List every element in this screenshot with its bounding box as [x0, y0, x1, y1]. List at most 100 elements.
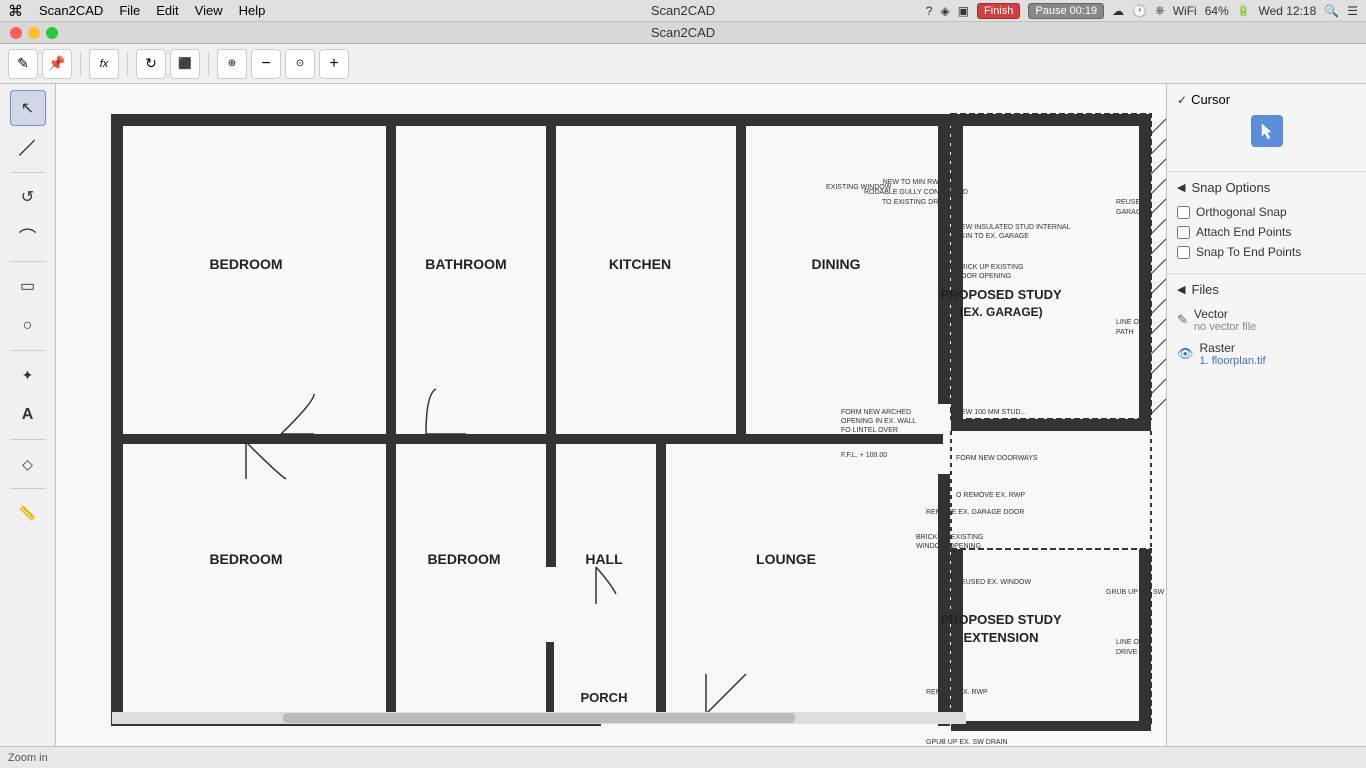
circle-tool[interactable]: ○	[10, 308, 46, 344]
zoom-in-level-btn[interactable]: ⊙	[285, 49, 315, 79]
svg-text:GRUB UP EX. SW DRAIN: GRUB UP EX. SW DRAIN	[1106, 589, 1166, 596]
question-icon[interactable]: ?	[926, 4, 933, 18]
toolbar-separator-1	[80, 52, 81, 76]
svg-text:FORM NEW ARCHED: FORM NEW ARCHED	[841, 409, 911, 416]
wifi-icon[interactable]: WiFi	[1173, 4, 1197, 18]
vector-icon: ✎	[1177, 312, 1188, 328]
attach-end-points-checkbox[interactable]	[1177, 226, 1190, 239]
dining-label: DINING	[812, 256, 861, 272]
bluetooth-icon[interactable]: ⎈	[1155, 3, 1165, 18]
pin-tool-btn[interactable]: 📌	[42, 49, 72, 79]
kitchen-label: KITCHEN	[609, 256, 671, 272]
snap-to-end-points-checkbox[interactable]	[1177, 246, 1190, 259]
attach-end-points-row: Attach End Points	[1177, 225, 1356, 239]
zoom-status: Zoom in	[8, 752, 48, 764]
lt-separator-5	[10, 488, 46, 489]
proposed-study-garage-label: (EX. GARAGE)	[959, 305, 1042, 319]
list-icon[interactable]: ☰	[1347, 4, 1358, 18]
view-menu[interactable]: View	[195, 3, 223, 18]
scrollbar-thumb[interactable]	[283, 713, 795, 723]
svg-text:REMOVE EX. RWP: REMOVE EX. RWP	[926, 689, 988, 696]
bedroom2-label: BEDROOM	[209, 551, 282, 567]
time-machine-icon[interactable]: 🕐	[1132, 4, 1147, 18]
datetime: Wed 12:18	[1258, 4, 1316, 18]
line-tool[interactable]: │	[2, 123, 53, 174]
bathroom-label: BATHROOM	[425, 256, 506, 272]
svg-text:LINE OF: LINE OF	[1116, 319, 1143, 326]
svg-text:REUSE: REUSE	[1116, 199, 1140, 206]
left-toolbar: ↖ │ ↺ ⌒ ▭ ○ ✦ A ◇ 📏	[0, 84, 56, 746]
snap-cursor-btn[interactable]	[1251, 115, 1283, 147]
right-panel: ✓ Cursor ◀ Snap Options Orthog	[1166, 84, 1366, 746]
bedroom3-label: BEDROOM	[427, 551, 500, 567]
finish-button[interactable]: Finish	[977, 3, 1020, 19]
undo-tool[interactable]: ↺	[10, 179, 46, 215]
toolbar: ✎ 📌 fx ↻ ⬛ ⊕ − ⊙ +	[0, 44, 1366, 84]
text-tool[interactable]: A	[10, 397, 46, 433]
app-name-menu[interactable]: Scan2CAD	[39, 3, 103, 18]
toolbar-separator-2	[127, 52, 128, 76]
cloud-icon[interactable]: ☁	[1112, 4, 1124, 18]
battery-label: 64%	[1205, 4, 1229, 18]
zoom-out-btn[interactable]: −	[251, 49, 281, 79]
svg-text:DOOR OPENING: DOOR OPENING	[956, 273, 1011, 280]
hall-label: HALL	[585, 551, 623, 567]
title-bar: Scan2CAD	[0, 22, 1366, 44]
screen-icon[interactable]: ▣	[958, 4, 969, 18]
proposed-ext-label: PROPOSED STUDY	[940, 612, 1062, 627]
lounge-label: LOUNGE	[756, 551, 816, 567]
files-label: Files	[1191, 282, 1218, 297]
minimize-button[interactable]	[28, 27, 40, 39]
svg-text:O REMOVE EX. RWP: O REMOVE EX. RWP	[956, 492, 1025, 499]
snap-options-label: Snap Options	[1191, 180, 1270, 195]
snap-arrow-icon: ◀	[1177, 181, 1185, 194]
help-menu[interactable]: Help	[239, 3, 266, 18]
svg-text:WINDOW OPENING: WINDOW OPENING	[916, 543, 981, 550]
close-button[interactable]	[10, 27, 22, 39]
svg-text:PATH: PATH	[1116, 329, 1134, 336]
cursor-section: ✓ Cursor	[1167, 84, 1366, 172]
formula-tool-btn[interactable]: fx	[89, 49, 119, 79]
split-btn[interactable]: ⬛	[170, 49, 200, 79]
horizontal-scrollbar[interactable]	[112, 712, 966, 724]
snap-to-end-points-row: Snap To End Points	[1177, 245, 1356, 259]
ruler-tool[interactable]: 📏	[10, 495, 46, 531]
lt-separator-3	[10, 350, 46, 351]
vector-label: Vector	[1194, 307, 1256, 321]
search-icon[interactable]: 🔍	[1324, 4, 1339, 18]
svg-text:NEW 100 MM STUD...: NEW 100 MM STUD...	[956, 409, 1026, 416]
dropbox-icon[interactable]: ◈	[940, 4, 949, 18]
star-tool[interactable]: ✦	[10, 357, 46, 393]
svg-text:OPENING IN EX. WALL: OPENING IN EX. WALL	[841, 418, 916, 425]
arc-tool[interactable]: ⌒	[10, 219, 46, 255]
zoom-fit-btn[interactable]: ⊕	[217, 49, 247, 79]
canvas-area[interactable]: BEDROOM BATHROOM KITCHEN DINING BEDROOM …	[56, 84, 1166, 746]
cursor-label: Cursor	[1191, 92, 1230, 107]
maximize-button[interactable]	[46, 27, 58, 39]
menu-bar: ⌘ Scan2CAD File Edit View Help Scan2CAD …	[0, 0, 1366, 22]
orthogonal-snap-checkbox[interactable]	[1177, 206, 1190, 219]
svg-text:NEW INSULATED STUD INTERNAL: NEW INSULATED STUD INTERNAL	[956, 224, 1071, 231]
select-tool[interactable]: ↖	[10, 90, 46, 126]
svg-text:EXISTING WINDOW: EXISTING WINDOW	[826, 184, 892, 191]
bedroom1-label: BEDROOM	[209, 256, 282, 272]
file-menu[interactable]: File	[119, 3, 140, 18]
eraser-tool[interactable]: ◇	[10, 446, 46, 482]
svg-text:LINE OF: LINE OF	[1116, 639, 1143, 646]
zoom-in-btn[interactable]: +	[319, 49, 349, 79]
svg-text:NEW TO MIN RWP +: NEW TO MIN RWP +	[883, 179, 950, 186]
orthogonal-snap-label: Orthogonal Snap	[1196, 205, 1287, 219]
lt-separator-2	[10, 261, 46, 262]
rectangle-tool[interactable]: ▭	[10, 268, 46, 304]
raster-label: Raster	[1200, 341, 1266, 355]
raster-file-row[interactable]: 👁 Raster 1. floorplan.tif	[1177, 341, 1356, 367]
svg-text:BRICK UP EXISTING: BRICK UP EXISTING	[916, 534, 984, 541]
files-arrow-icon: ◀	[1177, 283, 1185, 296]
no-vector-label: no vector file	[1194, 321, 1256, 333]
floor-plan-svg: BEDROOM BATHROOM KITCHEN DINING BEDROOM …	[56, 84, 1166, 744]
refresh-btn[interactable]: ↻	[136, 49, 166, 79]
apple-menu[interactable]: ⌘	[8, 2, 23, 20]
edit-menu[interactable]: Edit	[156, 3, 178, 18]
pause-button[interactable]: Pause 00:19	[1028, 3, 1104, 19]
edit-tool-btn[interactable]: ✎	[8, 49, 38, 79]
